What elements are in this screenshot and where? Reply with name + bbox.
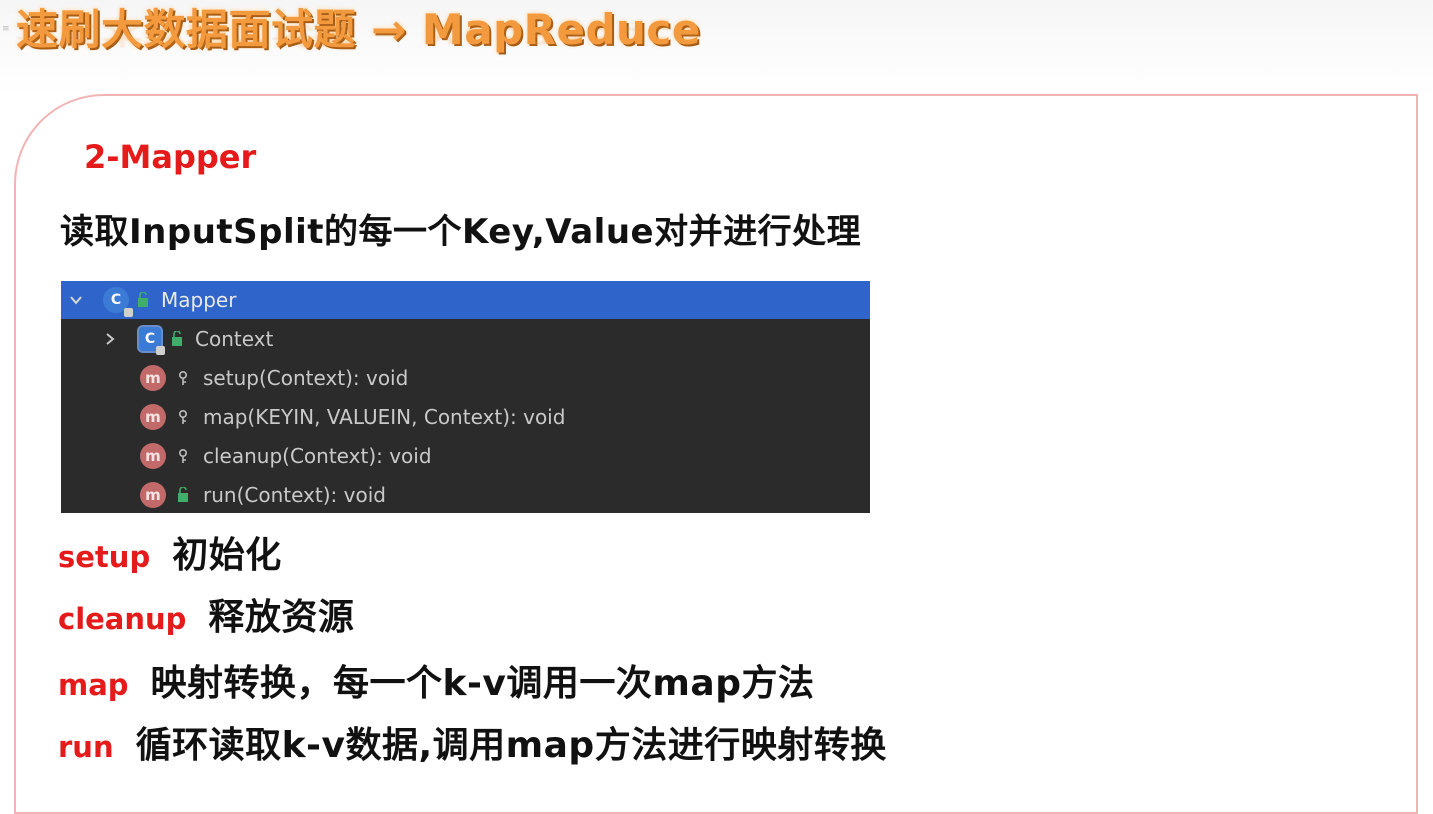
chevron-right-icon[interactable] — [103, 332, 117, 346]
tree-row-map[interactable]: m map(KEYIN, VALUEIN, Context): void — [61, 398, 870, 436]
definition-run: run 循环读取k-v数据,调用map方法进行映射转换 — [58, 716, 887, 768]
definition-cleanup: cleanup 释放资源 — [58, 588, 354, 640]
method-icon: m — [140, 365, 166, 391]
section-subtitle: 读取InputSplit的每一个Key,Value对并进行处理 — [60, 212, 862, 252]
public-icon — [169, 330, 185, 348]
definition-setup: setup 初始化 — [58, 526, 282, 578]
definition-key: setup — [58, 540, 151, 574]
definition-text: 释放资源 — [208, 597, 355, 638]
protected-key-icon — [175, 408, 191, 426]
tree-row-run[interactable]: m run(Context): void — [61, 476, 870, 514]
definition-key: map — [58, 668, 129, 702]
public-icon — [135, 291, 151, 309]
class-icon: C — [103, 287, 133, 317]
definition-text: 循环读取k-v数据,调用map方法进行映射转换 — [135, 725, 887, 766]
structure-panel: C Mapper C Context m setup(Context): voi… — [61, 281, 870, 513]
tree-row-label: Mapper — [161, 288, 237, 312]
method-icon: m — [140, 443, 166, 469]
definition-map: map 映射转换，每一个k-v调用一次map方法 — [58, 654, 814, 706]
menu-icon: ≡ — [2, 24, 10, 34]
definition-text: 映射转换，每一个k-v调用一次map方法 — [150, 663, 815, 704]
slide-title-reflection: 速刷大数据面试题 → MapReduce — [16, 21, 701, 49]
method-icon: m — [140, 482, 166, 508]
class-icon: C — [139, 327, 165, 355]
tree-row-label: cleanup(Context): void — [203, 444, 432, 468]
definition-key: cleanup — [58, 602, 187, 636]
method-icon: m — [140, 404, 166, 430]
section-heading: 2-Mapper — [84, 138, 257, 176]
tree-row-label: run(Context): void — [203, 483, 386, 507]
public-icon — [175, 486, 191, 504]
tree-row-setup[interactable]: m setup(Context): void — [61, 359, 870, 397]
definition-key: run — [58, 730, 114, 764]
tree-row-cleanup[interactable]: m cleanup(Context): void — [61, 437, 870, 475]
tree-row-label: Context — [195, 327, 274, 351]
chevron-down-icon[interactable] — [69, 293, 83, 307]
protected-key-icon — [175, 447, 191, 465]
protected-key-icon — [175, 369, 191, 387]
tree-row-context[interactable]: C Context — [61, 320, 870, 358]
tree-row-label: setup(Context): void — [203, 366, 409, 390]
tree-row-mapper[interactable]: C Mapper — [61, 281, 870, 319]
tree-row-label: map(KEYIN, VALUEIN, Context): void — [203, 405, 566, 429]
definition-text: 初始化 — [172, 535, 282, 576]
